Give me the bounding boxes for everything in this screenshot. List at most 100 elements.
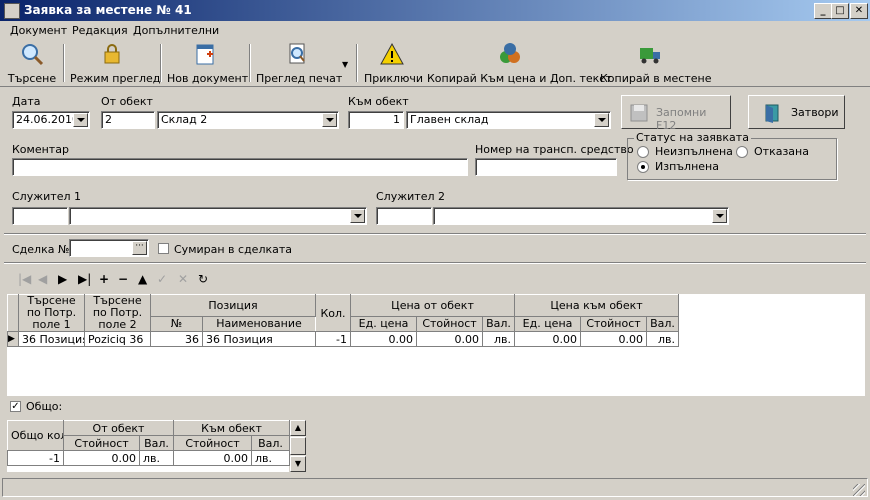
employee2-code-input[interactable]	[376, 207, 432, 225]
col-from-unit[interactable]: Ед. цена	[350, 315, 418, 333]
col-no[interactable]: №	[150, 315, 203, 333]
status-refused-radio[interactable]	[736, 146, 748, 158]
toolbar: Търсене Режим преглед Нов документ Прегл…	[0, 40, 870, 87]
prev-record-icon[interactable]: ◀	[38, 272, 47, 286]
cell-to-value[interactable]: 0.00	[580, 331, 648, 347]
table-row[interactable]: ▶ 36 Позиция Poziciq 36 36 36 Позиция -1…	[7, 331, 680, 347]
close-window-button[interactable]: ✕	[850, 3, 868, 19]
ellipsis-icon[interactable]: ···	[132, 241, 147, 255]
transport-input[interactable]	[475, 158, 617, 176]
cell-no[interactable]: 36	[150, 331, 203, 347]
print-dropdown-arrow-icon[interactable]: ▼	[342, 60, 348, 69]
delete-record-icon[interactable]: −	[118, 272, 128, 286]
col-to-cur[interactable]: Вал.	[646, 315, 680, 333]
add-record-icon[interactable]: +	[99, 272, 109, 286]
new-document-button[interactable]: Нов документ	[167, 42, 248, 85]
maximize-button[interactable]: □	[831, 3, 849, 19]
total-to-value: 0.00	[173, 450, 252, 466]
next-record-icon[interactable]: ▶	[58, 272, 67, 286]
search-button[interactable]: Търсене	[6, 42, 58, 85]
print-preview-button[interactable]: Преглед печат	[256, 42, 342, 85]
chevron-down-icon[interactable]	[322, 113, 337, 127]
col-to-unit[interactable]: Ед. цена	[514, 315, 582, 333]
to-object-label: Към обект	[348, 95, 409, 108]
title-bar: Заявка за местене № 41 _ □ ✕	[0, 0, 870, 21]
cell-to-unit[interactable]: 0.00	[514, 331, 582, 347]
col-price-from[interactable]: Цена от обект	[350, 294, 516, 317]
current-row-icon: ▶	[7, 331, 19, 347]
total-qty: -1	[7, 450, 64, 466]
employee1-code-input[interactable]	[12, 207, 68, 225]
first-record-icon[interactable]: |◀	[18, 272, 31, 286]
col-price-to[interactable]: Цена към обект	[514, 294, 680, 317]
employee1-select[interactable]	[69, 207, 367, 225]
from-object-code-input[interactable]: 2	[101, 111, 155, 129]
date-field[interactable]: 24.06.2010	[12, 111, 90, 129]
menu-extra[interactable]: Допълнителни	[133, 24, 219, 37]
status-not-done-label: Неизпълнена	[655, 145, 733, 158]
chevron-down-icon[interactable]	[594, 113, 609, 127]
scroll-down-icon[interactable]: ▼	[290, 456, 306, 472]
col-total-to-cur: Вал.	[251, 435, 290, 451]
window-title: Заявка за местене № 41	[24, 3, 192, 17]
employee2-select[interactable]	[433, 207, 729, 225]
comment-label: Коментар	[12, 143, 69, 156]
finish-button[interactable]: Приключи	[364, 42, 423, 85]
edit-record-icon[interactable]: ▲	[138, 272, 147, 286]
sum-in-deal-checkbox[interactable]	[158, 243, 169, 254]
menu-edit[interactable]: Редакция	[72, 24, 128, 37]
chevron-down-icon[interactable]	[712, 209, 727, 223]
floppy-disk-icon	[630, 104, 648, 122]
cell-from-value[interactable]: 0.00	[416, 331, 484, 347]
employee1-label: Служител 1	[12, 190, 81, 203]
total-from-value: 0.00	[63, 450, 140, 466]
copy-to-price-button[interactable]: Копирай Към цена и Доп. текст	[427, 42, 612, 85]
cell-name[interactable]: 36 Позиция	[201, 331, 317, 347]
minimize-button[interactable]: _	[814, 3, 832, 19]
magnifier-icon	[22, 44, 44, 66]
comment-input[interactable]	[12, 158, 468, 176]
totals-checkbox[interactable]: ✓	[10, 401, 21, 412]
cancel-record-icon[interactable]: ✕	[178, 272, 188, 286]
scroll-thumb[interactable]	[290, 437, 306, 455]
cell-search2[interactable]: Poziciq 36	[84, 331, 151, 347]
view-mode-button[interactable]: Режим преглед	[70, 42, 160, 85]
resize-grip-icon[interactable]	[853, 484, 865, 496]
cell-qty[interactable]: -1	[315, 331, 352, 347]
from-object-select[interactable]: Склад 2	[157, 111, 339, 129]
date-dropdown-icon[interactable]	[73, 113, 88, 127]
chevron-down-icon[interactable]	[350, 209, 365, 223]
col-from-cur[interactable]: Вал.	[482, 315, 516, 333]
col-total-from: От обект	[63, 420, 174, 436]
to-object-code-input[interactable]: 1	[348, 111, 404, 129]
col-name[interactable]: Наименование	[201, 315, 317, 333]
col-from-value[interactable]: Стойност	[416, 315, 484, 333]
col-qty[interactable]: Кол.	[315, 294, 352, 332]
col-total-to-value: Стойност	[173, 435, 252, 451]
cell-from-unit[interactable]: 0.00	[350, 331, 418, 347]
menu-document[interactable]: Документ	[10, 24, 67, 37]
copy-to-move-button[interactable]: Копирай в местене	[600, 42, 711, 85]
totals-label: Общо:	[26, 400, 63, 413]
close-button[interactable]: Затвори	[748, 95, 845, 129]
totals-scrollbar[interactable]: ▲ ▼	[290, 420, 306, 472]
cell-to-cur[interactable]: лв.	[646, 331, 680, 347]
col-search2[interactable]: Търсене по Потр. поле 2	[84, 294, 151, 332]
cell-from-cur[interactable]: лв.	[482, 331, 516, 347]
col-to-value[interactable]: Стойност	[580, 315, 648, 333]
cell-search1[interactable]: 36 Позиция	[18, 331, 85, 347]
currency-icon	[500, 43, 520, 63]
refresh-icon[interactable]: ↻	[198, 272, 208, 286]
status-not-done-radio[interactable]	[637, 146, 649, 158]
scroll-up-icon[interactable]: ▲	[290, 420, 306, 436]
to-object-select[interactable]: Главен склад	[406, 111, 611, 129]
status-done-radio[interactable]	[637, 161, 649, 173]
deal-input[interactable]: ···	[69, 239, 149, 257]
save-button[interactable]: Запомни F12	[621, 95, 731, 132]
col-position[interactable]: Позиция	[149, 294, 317, 317]
last-record-icon[interactable]: ▶|	[78, 272, 91, 286]
totals-row: -1 0.00 лв. 0.00 лв.	[7, 450, 290, 466]
post-record-icon[interactable]: ✓	[157, 272, 167, 286]
col-search1[interactable]: Търсене по Потр. поле 1	[18, 294, 85, 332]
items-table: Търсене по Потр. поле 1 Търсене по Потр.…	[7, 294, 680, 347]
